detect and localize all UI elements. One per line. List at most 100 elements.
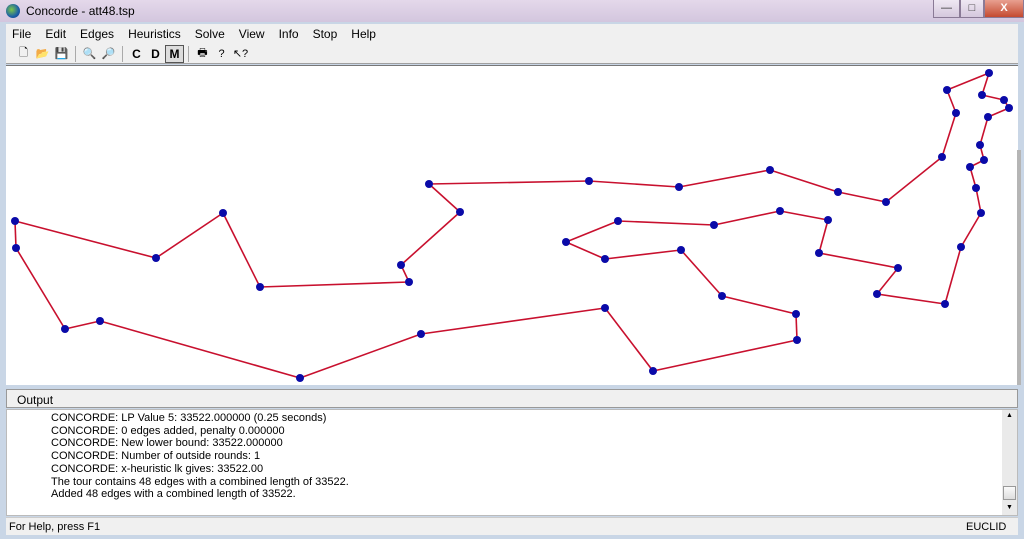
city-node — [793, 336, 801, 344]
tour-edge — [400, 211, 461, 266]
context-help-icon[interactable]: ↖? — [231, 45, 250, 63]
scroll-up-icon[interactable]: ▲ — [1006, 412, 1013, 419]
tour-edge — [837, 191, 887, 203]
city-node — [61, 325, 69, 333]
city-node — [405, 278, 413, 286]
menu-edges[interactable]: Edges — [73, 24, 121, 44]
tour-edge — [617, 220, 715, 226]
close-button[interactable]: X — [984, 0, 1024, 18]
city-node — [601, 255, 609, 263]
city-node — [966, 163, 974, 171]
maximize-button[interactable]: □ — [960, 0, 984, 18]
city-node — [977, 209, 985, 217]
tour-edge — [428, 180, 590, 185]
tour-edge — [713, 210, 781, 226]
menu-edit[interactable]: Edit — [38, 24, 73, 44]
zoom-out-icon[interactable]: 🔎 — [99, 45, 118, 63]
tour-edge — [818, 219, 829, 254]
output-scrollbar[interactable]: ▲ ▼ — [1002, 410, 1017, 515]
tour-edge — [155, 212, 224, 259]
city-node — [1000, 96, 1008, 104]
tour-graph — [11, 69, 1013, 382]
output-line: CONCORDE: LP Value 5: 33522.000000 (0.25… — [51, 412, 327, 424]
city-node — [894, 264, 902, 272]
city-node — [985, 69, 993, 77]
city-node — [978, 91, 986, 99]
tour-edge — [428, 183, 461, 213]
output-line: CONCORDE: 0 edges added, penalty 0.00000… — [51, 424, 285, 437]
minimize-button[interactable]: — — [933, 0, 960, 18]
city-node — [957, 243, 965, 251]
tour-edge — [99, 320, 301, 379]
toolbar-d-button[interactable]: D — [146, 45, 165, 63]
toolbar: 🗋 📂 💾 🔍 🔎 C D M 🖶? ↖? — [6, 44, 1018, 64]
status-norm: EUCLID — [966, 521, 1007, 533]
city-node — [710, 221, 718, 229]
status-help-text: For Help, press F1 — [9, 521, 101, 533]
help-icon[interactable]: ? — [212, 45, 231, 63]
city-node — [766, 166, 774, 174]
tour-edge — [946, 72, 990, 91]
tour-edge — [721, 295, 797, 315]
open-folder-icon[interactable]: 📂 — [33, 45, 52, 63]
toolbar-separator — [122, 45, 123, 62]
tour-edge — [652, 339, 798, 372]
city-node — [11, 217, 19, 225]
city-node — [562, 238, 570, 246]
city-node — [943, 86, 951, 94]
concorde-app-icon — [6, 4, 20, 18]
print-icon[interactable]: 🖶 — [193, 45, 212, 63]
toolbar-c-button[interactable]: C — [127, 45, 146, 63]
menu-info[interactable]: Info — [272, 24, 306, 44]
tour-edge — [420, 307, 606, 335]
scroll-thumb[interactable] — [1003, 486, 1016, 500]
tour-edge — [818, 252, 899, 269]
output-log: ▲ ▼ CONCORDE: LP Value 5: 33522.000000 (… — [6, 409, 1018, 516]
save-icon[interactable]: 💾 — [52, 45, 71, 63]
tour-edge — [680, 249, 723, 297]
scroll-down-icon[interactable]: ▼ — [1006, 504, 1013, 511]
city-node — [984, 113, 992, 121]
menu-view[interactable]: View — [232, 24, 272, 44]
tour-edge — [14, 220, 17, 249]
city-node — [12, 244, 20, 252]
city-node — [614, 217, 622, 225]
tour-edge — [565, 220, 619, 243]
city-node — [219, 209, 227, 217]
city-node — [882, 198, 890, 206]
tour-edge — [885, 156, 943, 203]
tour-edge — [604, 307, 654, 372]
tour-edge — [944, 246, 962, 305]
toolbar-separator — [188, 45, 189, 62]
city-node — [677, 246, 685, 254]
city-node — [976, 141, 984, 149]
city-node — [397, 261, 405, 269]
city-node — [941, 300, 949, 308]
status-bar: For Help, press F1 EUCLID — [6, 517, 1018, 535]
output-line: CONCORDE: New lower bound: 33522.000000 — [51, 437, 283, 450]
tour-edge — [565, 241, 606, 260]
canvas-scrollbar[interactable] — [1017, 150, 1021, 385]
city-node — [1005, 104, 1013, 112]
new-file-icon[interactable]: 🗋 — [14, 45, 33, 63]
tour-edge — [588, 180, 680, 188]
menu-heuristics[interactable]: Heuristics — [121, 24, 188, 44]
output-line: Added 48 edges with a combined length of… — [51, 488, 296, 501]
menu-file[interactable]: File — [6, 24, 38, 44]
tour-canvas[interactable] — [6, 65, 1018, 385]
menu-help[interactable]: Help — [344, 24, 383, 44]
menu-stop[interactable]: Stop — [306, 24, 345, 44]
city-node — [834, 188, 842, 196]
city-node — [952, 109, 960, 117]
tour-edge — [259, 281, 410, 288]
tour-edge — [779, 210, 829, 221]
city-node — [972, 184, 980, 192]
tour-edge — [960, 212, 982, 248]
title-bar: Concorde - att48.tsp — □ X — [0, 0, 1024, 22]
toolbar-m-button[interactable]: M — [165, 44, 184, 63]
zoom-in-icon[interactable]: 🔍 — [80, 45, 99, 63]
city-node — [425, 180, 433, 188]
menu-bar: File Edit Edges Heuristics Solve View Info Stop… — [6, 24, 1018, 44]
tour-edge — [876, 293, 946, 305]
menu-solve[interactable]: Solve — [188, 24, 232, 44]
